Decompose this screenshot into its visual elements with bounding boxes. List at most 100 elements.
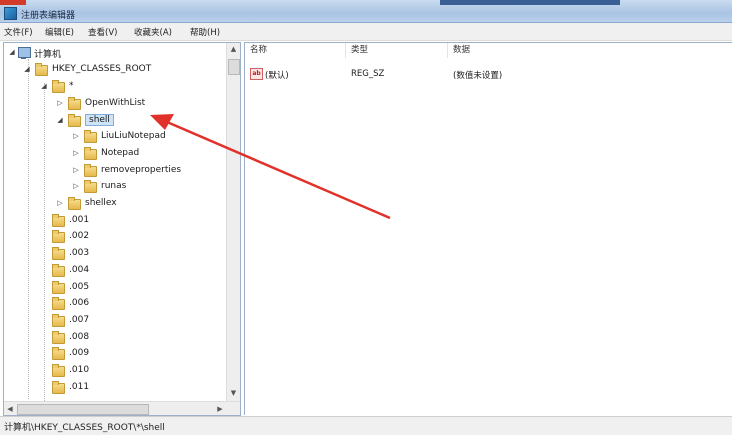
expand-arrow-icon[interactable]: ▷ bbox=[72, 166, 80, 174]
tree-item-label: .007 bbox=[69, 315, 90, 325]
folder-icon bbox=[52, 364, 65, 377]
tree-item-star[interactable]: ◢ * bbox=[4, 79, 226, 95]
tree-item-key[interactable]: .009 bbox=[4, 346, 226, 362]
registry-tree-pane[interactable]: ◢ 计算机 ◢ HKEY_CLASSES_ROOT ◢ * ▷ OpenWithL… bbox=[3, 42, 241, 416]
tree-item-label: .010 bbox=[69, 365, 90, 375]
tree-item-key[interactable]: .010 bbox=[4, 363, 226, 379]
tree-item-key[interactable]: ▷ shellex bbox=[4, 196, 226, 212]
tree-item-label: HKEY_CLASSES_ROOT bbox=[52, 64, 152, 74]
string-value-icon: ab bbox=[250, 68, 263, 80]
tree-item-key[interactable]: .011 bbox=[4, 380, 226, 396]
collapse-arrow-icon[interactable]: ◢ bbox=[8, 48, 16, 56]
tree-item-label: Notepad bbox=[101, 148, 140, 158]
folder-icon bbox=[52, 264, 65, 277]
window-title: 注册表编辑器 bbox=[21, 11, 76, 21]
folder-icon bbox=[52, 297, 65, 310]
collapse-arrow-icon[interactable]: ◢ bbox=[56, 116, 64, 124]
tree-item-label: .009 bbox=[69, 348, 90, 358]
folder-icon bbox=[52, 247, 65, 260]
scrollbar-thumb[interactable] bbox=[17, 404, 149, 415]
tree-item-key[interactable]: ▷ removeproperties bbox=[4, 163, 226, 179]
folder-icon bbox=[68, 197, 81, 210]
tree-vertical-scrollbar[interactable]: ▲ ▼ bbox=[226, 43, 240, 401]
folder-icon bbox=[68, 114, 81, 127]
collapse-arrow-icon[interactable]: ◢ bbox=[40, 82, 48, 90]
folder-icon bbox=[84, 180, 97, 193]
menu-bar: 文件(F) 编辑(E) 查看(V) 收藏夹(A) 帮助(H) bbox=[0, 23, 732, 41]
tree-item-key[interactable]: .001 bbox=[4, 213, 226, 229]
scroll-left-arrow-icon[interactable]: ◀ bbox=[4, 402, 16, 415]
tree-item-label: .003 bbox=[69, 248, 90, 258]
tree-item-label: 计算机 bbox=[34, 50, 62, 60]
column-header-data[interactable]: 数据 bbox=[448, 43, 703, 58]
menu-favorites[interactable]: 收藏夹(A) bbox=[134, 26, 172, 38]
tree-item-label: runas bbox=[101, 181, 127, 191]
tree-item-label: shellex bbox=[85, 198, 117, 208]
value-data: (数值未设置) bbox=[453, 71, 503, 81]
tree-item-key[interactable]: .003 bbox=[4, 246, 226, 262]
scrollbar-thumb[interactable] bbox=[228, 59, 240, 75]
tree-item-label: LiuLiuNotepad bbox=[101, 131, 166, 141]
expand-arrow-icon[interactable]: ▷ bbox=[56, 99, 64, 107]
title-bar: 注册表编辑器 bbox=[0, 0, 732, 23]
menu-file[interactable]: 文件(F) bbox=[4, 26, 33, 38]
tree-item-label: .008 bbox=[69, 332, 90, 342]
tree-item-label: .002 bbox=[69, 231, 90, 241]
value-name: (默认) bbox=[265, 71, 289, 81]
status-bar: 计算机\HKEY_CLASSES_ROOT\*\shell bbox=[0, 416, 732, 435]
column-header-name[interactable]: 名称 bbox=[245, 43, 346, 58]
tree-item-key[interactable]: .002 bbox=[4, 229, 226, 245]
tree-item-key[interactable]: .007 bbox=[4, 313, 226, 329]
tree-item-key[interactable]: ▷ Notepad bbox=[4, 146, 226, 162]
folder-icon bbox=[52, 331, 65, 344]
tree-item-label: .006 bbox=[69, 298, 90, 308]
collapse-arrow-icon[interactable]: ◢ bbox=[23, 65, 31, 73]
tree-item-key[interactable]: ▷ LiuLiuNotepad bbox=[4, 129, 226, 145]
tree-item-key[interactable]: .008 bbox=[4, 330, 226, 346]
folder-icon bbox=[84, 147, 97, 160]
column-header-type[interactable]: 类型 bbox=[346, 43, 448, 58]
tree-item-key[interactable]: .006 bbox=[4, 296, 226, 312]
tree-item-key[interactable]: ▷ runas bbox=[4, 179, 226, 195]
registry-values-pane[interactable]: 名称 类型 数据 ab (默认) REG_SZ (数值未设置) bbox=[244, 42, 732, 415]
folder-icon bbox=[52, 347, 65, 360]
scroll-up-arrow-icon[interactable]: ▲ bbox=[227, 43, 240, 56]
expand-arrow-icon[interactable]: ▷ bbox=[56, 199, 64, 207]
title-bar-decoration bbox=[440, 0, 620, 5]
menu-view[interactable]: 查看(V) bbox=[88, 26, 117, 38]
tree-item-hkey-classes-root[interactable]: ◢ HKEY_CLASSES_ROOT bbox=[4, 62, 226, 78]
folder-icon bbox=[35, 63, 48, 76]
status-path: 计算机\HKEY_CLASSES_ROOT\*\shell bbox=[4, 423, 165, 433]
expand-arrow-icon[interactable]: ▷ bbox=[72, 132, 80, 140]
folder-icon bbox=[52, 80, 65, 93]
tree-item-key[interactable]: ◢ shell bbox=[4, 113, 226, 129]
value-type: REG_SZ bbox=[351, 69, 385, 79]
tree-item-label: shell bbox=[85, 114, 114, 126]
folder-icon bbox=[84, 164, 97, 177]
value-row[interactable]: ab (默认) REG_SZ (数值未设置) bbox=[245, 67, 725, 81]
folder-icon bbox=[52, 281, 65, 294]
tree-item-label: .004 bbox=[69, 265, 90, 275]
tree-item-key[interactable]: ▷ OpenWithList bbox=[4, 96, 226, 112]
folder-icon bbox=[52, 214, 65, 227]
expand-arrow-icon[interactable]: ▷ bbox=[72, 182, 80, 190]
tree-item-key[interactable]: .005 bbox=[4, 280, 226, 296]
folder-icon bbox=[68, 97, 81, 110]
tree-item-label: OpenWithList bbox=[85, 98, 146, 108]
expand-arrow-icon[interactable]: ▷ bbox=[72, 149, 80, 157]
tree-item-label: .005 bbox=[69, 282, 90, 292]
scroll-down-arrow-icon[interactable]: ▼ bbox=[227, 387, 240, 400]
folder-icon bbox=[52, 381, 65, 394]
menu-edit[interactable]: 编辑(E) bbox=[45, 26, 74, 38]
scroll-right-arrow-icon[interactable]: ▶ bbox=[214, 402, 226, 415]
title-bar-decoration bbox=[0, 0, 26, 5]
folder-icon bbox=[52, 314, 65, 327]
computer-icon bbox=[18, 47, 31, 59]
tree-item-computer[interactable]: ◢ 计算机 bbox=[4, 45, 226, 61]
regedit-app-icon bbox=[4, 7, 17, 20]
menu-help[interactable]: 帮助(H) bbox=[190, 26, 220, 38]
tree-item-key[interactable]: .004 bbox=[4, 263, 226, 279]
tree-horizontal-scrollbar[interactable]: ◀ ▶ bbox=[4, 401, 240, 415]
folder-icon bbox=[84, 130, 97, 143]
tree-item-label: removeproperties bbox=[101, 165, 182, 175]
